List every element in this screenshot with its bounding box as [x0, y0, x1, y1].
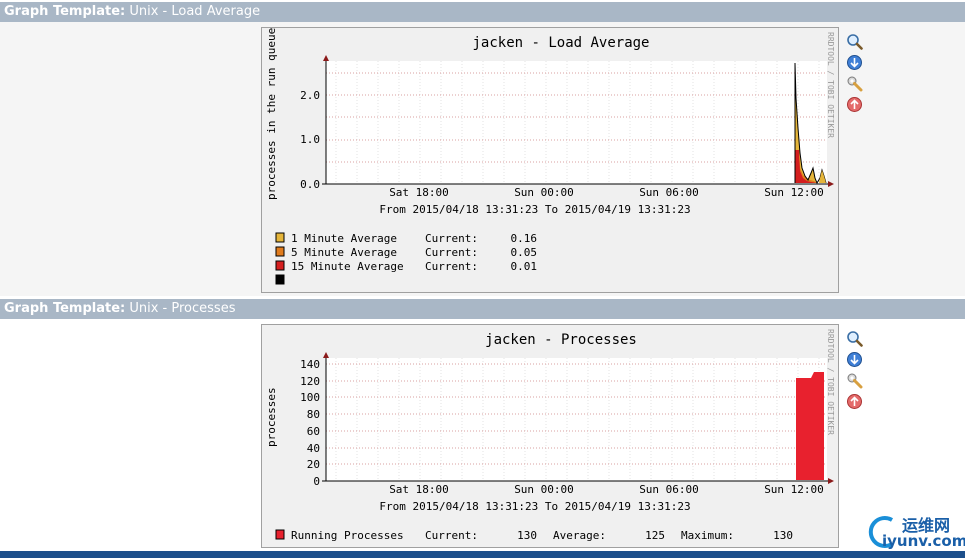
y-tick-label: 100 [300, 391, 320, 404]
bottom-bar [0, 551, 965, 558]
x-tick-label: Sun 00:00 [514, 186, 574, 199]
header-prefix: Graph Template: [4, 301, 126, 316]
zoom-icon[interactable] [846, 33, 863, 50]
y-tick-label: 2.0 [300, 89, 320, 102]
graph-actions-load [846, 33, 866, 117]
x-tick-label: Sun 06:00 [639, 186, 699, 199]
edit-properties-icon[interactable] [846, 372, 863, 389]
header-prefix: Graph Template: [4, 4, 126, 19]
legend-label: 15 Minute Average [291, 260, 404, 273]
legend-swatch-1min [275, 232, 285, 243]
site-watermark-url: iyunv.com [882, 532, 965, 550]
legend-swatch-5min [275, 246, 285, 257]
download-icon[interactable] [846, 351, 863, 368]
legend-average-value: 125 [645, 529, 665, 542]
legend-current-value: 0.16 [511, 232, 538, 245]
legend-current-value: 130 [517, 529, 537, 542]
zoom-icon[interactable] [846, 330, 863, 347]
y-tick-label: 40 [307, 442, 320, 455]
download-icon[interactable] [846, 54, 863, 71]
x-tick-label: Sun 12:00 [764, 186, 824, 199]
site-watermark: 运维网 iyunv.com [862, 512, 965, 552]
x-axis-arrow [828, 478, 834, 484]
y-tick-label: 20 [307, 458, 320, 471]
graph-template-header-load: Graph Template: Unix - Load Average [0, 2, 965, 22]
x-tick-label: Sat 18:00 [389, 186, 449, 199]
plot-area [326, 358, 827, 481]
legend-current-value: 0.01 [511, 260, 538, 273]
y-axis-label: processes in the run queue [265, 28, 278, 200]
y-tick-label: 120 [300, 375, 320, 388]
y-tick-label: 80 [307, 408, 320, 421]
x-tick-label: Sun 00:00 [514, 483, 574, 496]
x-tick-label: Sun 06:00 [639, 483, 699, 496]
y-tick-label: 0.0 [300, 178, 320, 191]
legend-current-label: Current: [425, 529, 478, 542]
header-name: Unix - Processes [129, 301, 236, 316]
x-tick-label: Sat 18:00 [389, 483, 449, 496]
legend-current-label: Current: [425, 232, 478, 245]
legend-label: 5 Minute Average [291, 246, 397, 259]
y-tick-label: 0 [313, 475, 320, 488]
legend-label: 1 Minute Average [291, 232, 397, 245]
graph-template-header-processes: Graph Template: Unix - Processes [0, 299, 965, 319]
time-range: From 2015/04/18 13:31:23 To 2015/04/19 1… [379, 500, 690, 513]
legend-current-label: Current: [425, 260, 478, 273]
graph-title: jacken - Load Average [472, 35, 649, 51]
move-up-icon[interactable] [846, 96, 863, 113]
graph-actions-processes [846, 330, 866, 414]
header-name: Unix - Load Average [129, 4, 261, 19]
processes-svg: jacken - Processes processes RRDTOOL / T… [265, 329, 835, 542]
legend-maximum-label: Maximum: [681, 529, 734, 542]
processes-graph[interactable]: jacken - Processes processes RRDTOOL / T… [261, 324, 839, 548]
graph-title: jacken - Processes [485, 332, 637, 348]
legend-label: Running Processes [291, 529, 404, 542]
rrdtool-watermark: RRDTOOL / TOBI OETIKER [826, 329, 835, 435]
edit-properties-icon[interactable] [846, 75, 863, 92]
load-average-svg: jacken - Load Average processes in the r… [265, 28, 835, 285]
legend-swatch-15min [275, 260, 285, 271]
legend-current-value: 0.05 [511, 246, 538, 259]
move-up-icon[interactable] [846, 393, 863, 410]
rrdtool-watermark: RRDTOOL / TOBI OETIKER [826, 32, 835, 138]
y-axis-arrow [323, 352, 329, 358]
y-axis-label: processes [265, 387, 278, 447]
legend-swatch-running [275, 529, 285, 540]
time-range: From 2015/04/18 13:31:23 To 2015/04/19 1… [379, 203, 690, 216]
x-tick-label: Sun 12:00 [764, 483, 824, 496]
legend-average-label: Average: [553, 529, 606, 542]
plot-area [326, 61, 827, 184]
y-tick-label: 140 [300, 358, 320, 371]
legend-swatch-line [275, 274, 285, 285]
legend-current-label: Current: [425, 246, 478, 259]
x-axis-arrow [828, 181, 834, 187]
load-average-graph[interactable]: jacken - Load Average processes in the r… [261, 27, 839, 293]
y-axis-arrow [323, 55, 329, 61]
series-running-processes [796, 372, 824, 480]
legend-maximum-value: 130 [773, 529, 793, 542]
y-tick-label: 1.0 [300, 133, 320, 146]
y-tick-label: 60 [307, 425, 320, 438]
